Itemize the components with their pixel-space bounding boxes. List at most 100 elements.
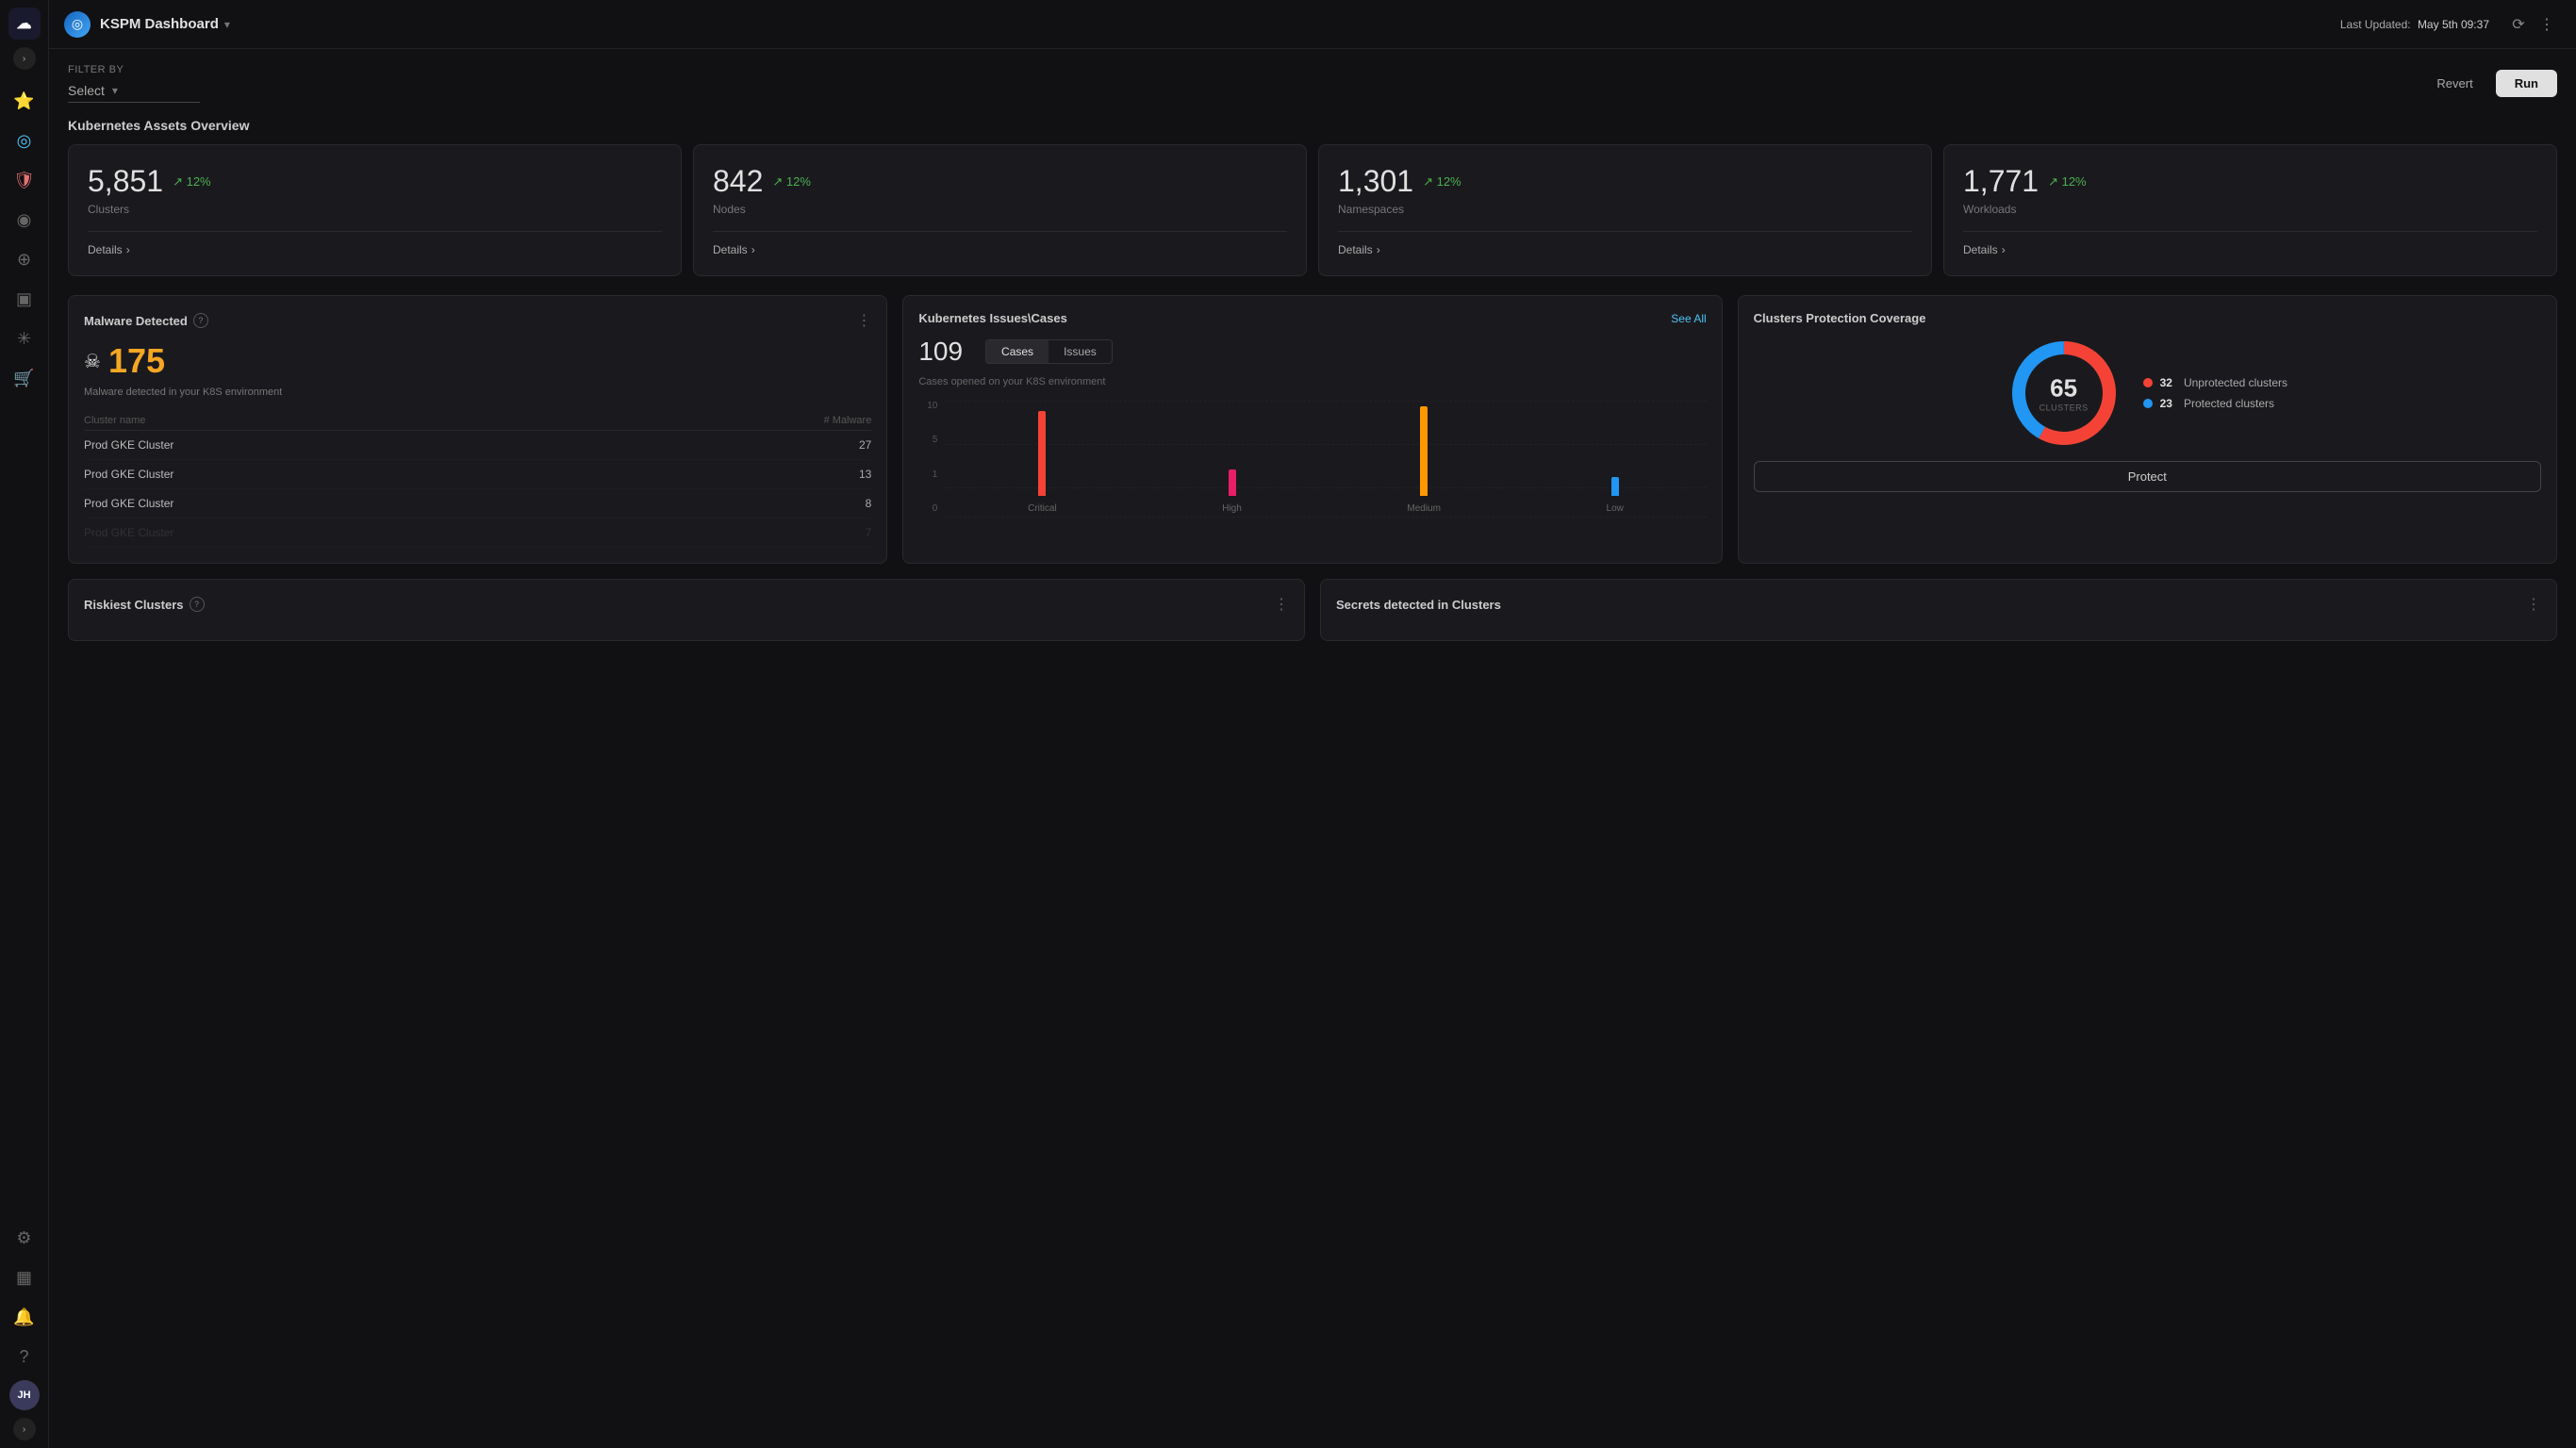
last-updated-value: May 5th 09:37 [2418, 18, 2489, 31]
sidebar-item-cloud[interactable]: ◎ [8, 123, 41, 157]
k8s-tabs: Cases Issues [985, 339, 1113, 364]
secrets-title: Secrets detected in Clusters [1336, 598, 1501, 612]
table-row: Prod GKE Cluster 13 [84, 460, 871, 489]
donut-sub: CLUSTERS [2039, 403, 2089, 413]
filter-bar: Filter by Select ▾ Revert Run [68, 64, 2557, 103]
clusters-value: 5,851 [88, 164, 163, 199]
main-area: ◎ KSPM Dashboard ▾ Last Updated: May 5th… [49, 0, 2576, 1448]
nodes-pct: ↗ 12% [772, 174, 811, 189]
cluster-count: 13 [598, 460, 871, 489]
sidebar-item-settings[interactable]: ⚙ [8, 1221, 41, 1255]
asset-card-namespaces: 1,301 ↗ 12% Namespaces Details › [1318, 144, 1932, 276]
sidebar-item-eye[interactable]: ◉ [8, 203, 41, 237]
last-updated-meta: Last Updated: May 5th 09:37 [2340, 18, 2489, 31]
unprotected-dot [2143, 378, 2153, 387]
riskiest-menu-button[interactable]: ⋮ [1274, 595, 1289, 614]
riskiest-header: Riskiest Clusters ? ⋮ [84, 595, 1289, 614]
malware-count-row: ☠ 175 [84, 341, 871, 381]
filter-select-dropdown[interactable]: Select ▾ [68, 79, 200, 103]
sidebar-item-help[interactable]: ? [8, 1340, 41, 1374]
protected-label: Protected clusters [2184, 397, 2274, 410]
chart-yaxis: 10 5 1 0 [918, 401, 937, 514]
run-button[interactable]: Run [2496, 70, 2557, 97]
filter-actions: Revert Run [2425, 70, 2557, 97]
secrets-menu-button[interactable]: ⋮ [2526, 595, 2541, 614]
tab-issues[interactable]: Issues [1049, 340, 1112, 363]
refresh-button[interactable]: ⟳ [2504, 10, 2533, 39]
protect-button[interactable]: Protect [1754, 461, 2541, 492]
k8s-subtitle: Cases opened on your K8S environment [918, 376, 1706, 387]
cluster-name: Prod GKE Cluster [84, 518, 598, 548]
nodes-details-link[interactable]: Details › [713, 243, 1287, 256]
k8s-title: Kubernetes Issues\Cases [918, 311, 1067, 325]
cluster-name: Prod GKE Cluster [84, 460, 598, 489]
sidebar-item-star[interactable]: ⭐ [8, 84, 41, 118]
sidebar-expand-toggle[interactable]: › [13, 1418, 36, 1440]
legend-protected: 23 Protected clusters [2143, 397, 2287, 410]
kspm-logo-icon: ◎ [64, 11, 91, 38]
donut-chart: 65 CLUSTERS [2007, 337, 2121, 450]
asset-card-clusters: 5,851 ↗ 12% Clusters Details › [68, 144, 682, 276]
k8s-panel-header: Kubernetes Issues\Cases See All [918, 311, 1706, 325]
sidebar-item-apps[interactable]: ▦ [8, 1260, 41, 1294]
tab-cases[interactable]: Cases [986, 340, 1049, 363]
coverage-chart: 65 CLUSTERS 32 Unprotected clusters 23 [1739, 337, 2556, 450]
bar-high-label: High [1222, 503, 1242, 514]
sidebar-logo: ☁ [8, 8, 41, 40]
riskiest-help-icon[interactable]: ? [190, 597, 205, 612]
k8s-chart: 10 5 1 0 Critical High [918, 401, 1706, 533]
bar-low-label: Low [1607, 503, 1624, 514]
title-chevron-icon[interactable]: ▾ [224, 18, 230, 31]
chart-bars: Critical High Medium Low [945, 401, 1706, 514]
secrets-panel: Secrets detected in Clusters ⋮ [1320, 579, 2557, 641]
nodes-label: Nodes [713, 203, 1287, 216]
see-all-link[interactable]: See All [1671, 312, 1706, 325]
malware-menu-button[interactable]: ⋮ [856, 311, 871, 330]
clusters-details-link[interactable]: Details › [88, 243, 662, 256]
bar-medium-rect [1420, 406, 1428, 496]
cluster-count: 7 [598, 518, 871, 548]
malware-number: 175 [108, 341, 165, 381]
asset-card-nodes: 842 ↗ 12% Nodes Details › [693, 144, 1307, 276]
content-area: Filter by Select ▾ Revert Run Kubernetes… [49, 49, 2576, 1448]
topbar: ◎ KSPM Dashboard ▾ Last Updated: May 5th… [49, 0, 2576, 49]
user-avatar[interactable]: JH [9, 1380, 40, 1410]
riskiest-clusters-panel: Riskiest Clusters ? ⋮ [68, 579, 1305, 641]
sidebar-item-asterisk[interactable]: ✳ [8, 321, 41, 355]
workloads-details-link[interactable]: Details › [1963, 243, 2537, 256]
cluster-count: 27 [598, 431, 871, 460]
malware-panel-header: Malware Detected ? ⋮ [84, 311, 871, 330]
protection-panel-header: Clusters Protection Coverage [1739, 311, 2556, 325]
revert-button[interactable]: Revert [2425, 71, 2484, 96]
protected-count: 23 [2160, 397, 2172, 410]
workloads-label: Workloads [1963, 203, 2537, 216]
more-options-button[interactable]: ⋮ [2533, 10, 2561, 39]
sidebar: ☁ › ⭐ ◎ 🛡 ◉ ⊕ ▣ ✳ 🛒 ⚙ ▦ 🔔 ? JH › [0, 0, 49, 1448]
workloads-pct: ↗ 12% [2048, 174, 2087, 189]
filter-chevron-icon: ▾ [112, 84, 118, 97]
k8s-count: 109 [918, 337, 963, 367]
donut-number: 65 [2039, 374, 2089, 403]
clusters-pct: ↗ 12% [173, 174, 211, 189]
sidebar-item-plus[interactable]: ⊕ [8, 242, 41, 276]
bar-medium-label: Medium [1407, 503, 1441, 514]
bar-high-rect [1229, 469, 1236, 496]
unprotected-label: Unprotected clusters [2184, 376, 2287, 389]
secrets-header: Secrets detected in Clusters ⋮ [1336, 595, 2541, 614]
sidebar-collapse-toggle[interactable]: › [13, 47, 36, 70]
namespaces-details-link[interactable]: Details › [1338, 243, 1912, 256]
malware-panel: Malware Detected ? ⋮ ☠ 175 Malware detec… [68, 295, 887, 564]
k8s-issues-panel: Kubernetes Issues\Cases See All 109 Case… [902, 295, 1722, 564]
nodes-value: 842 [713, 164, 763, 199]
sidebar-item-grid[interactable]: ▣ [8, 282, 41, 316]
bar-critical-rect [1038, 411, 1046, 496]
cluster-name: Prod GKE Cluster [84, 431, 598, 460]
k8s-count-row: 109 Cases Issues [918, 337, 1706, 367]
malware-col-count: # Malware [598, 411, 871, 431]
protection-legend: 32 Unprotected clusters 23 Protected clu… [2143, 376, 2287, 410]
sidebar-item-notifications[interactable]: 🔔 [8, 1300, 41, 1334]
legend-unprotected: 32 Unprotected clusters [2143, 376, 2287, 389]
sidebar-item-cart[interactable]: 🛒 [8, 361, 41, 395]
sidebar-item-shield[interactable]: 🛡 [8, 163, 41, 197]
malware-help-icon[interactable]: ? [193, 313, 208, 328]
